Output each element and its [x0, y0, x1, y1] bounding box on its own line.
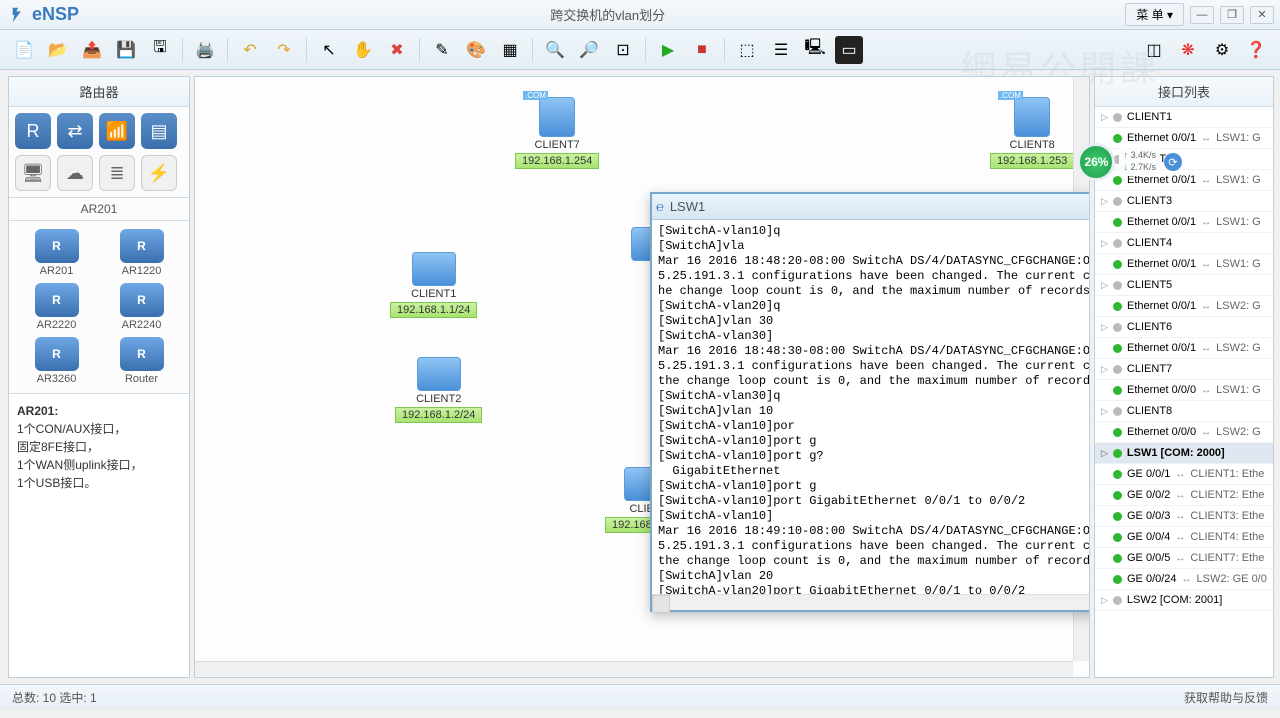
terminal-window[interactable]: ℮ LSW1 ▭ — ◻ ✕ [SwitchA-vlan10]q [Switch… — [650, 192, 1090, 612]
settings-icon[interactable]: ⚙ — [1208, 36, 1236, 64]
list-icon[interactable]: ☰ — [767, 36, 795, 64]
device-item[interactable]: RAR1220 — [102, 229, 181, 277]
maximize-button[interactable]: ❐ — [1220, 6, 1244, 24]
capture-icon[interactable]: ⬚ — [733, 36, 761, 64]
topo-node-CLIENT8[interactable]: .COM CLIENT8192.168.1.253 — [990, 97, 1074, 169]
terminal-titlebar[interactable]: ℮ LSW1 ▭ — ◻ ✕ — [652, 194, 1090, 220]
save-icon[interactable]: 📤 — [78, 36, 106, 64]
device-item[interactable]: RRouter — [102, 337, 181, 385]
speed-percent[interactable]: 26% — [1077, 143, 1115, 181]
cat-wlan-icon[interactable]: 📶 — [99, 113, 135, 149]
device-item[interactable]: RAR201 — [17, 229, 96, 277]
device-description: AR201: 1个CON/AUX接口，固定8FE接口，1个WAN侧uplink接… — [9, 394, 189, 677]
iface-device-row[interactable]: ▷ LSW1 [COM: 2000] — [1095, 443, 1273, 464]
text-icon[interactable]: ✎ — [428, 36, 456, 64]
zoom-in-icon[interactable]: 🔍 — [541, 36, 569, 64]
device-icon[interactable]: 🖳 — [801, 36, 829, 64]
device-panel: 路由器 R ⇄ 📶 ▤ 🖥 ☁ ≣ ⚡ AR201 RAR201 RAR1220… — [8, 76, 190, 678]
cat-hub-icon[interactable]: ≣ — [99, 155, 135, 191]
status-left: 总数: 10 选中: 1 — [12, 689, 97, 706]
topo-node-CLIENT2[interactable]: CLIENT2192.168.1.2/24 — [395, 357, 482, 423]
device-categories: R ⇄ 📶 ▤ 🖥 ☁ ≣ ⚡ — [9, 107, 189, 198]
titlebar: eNSP 跨交换机的vlan划分 菜 单 ▾ — ❐ ✕ — [0, 0, 1280, 30]
iface-device-row[interactable]: ▷ CLIENT5 — [1095, 275, 1273, 296]
topo-node-CLIENT1[interactable]: CLIENT1192.168.1.1/24 — [390, 252, 477, 318]
cat-firewall-icon[interactable]: ▤ — [141, 113, 177, 149]
iface-device-row[interactable]: ▷ CLIENT1 — [1095, 107, 1273, 128]
open-icon[interactable]: 📂 — [44, 36, 72, 64]
iface-port-row[interactable]: GE 0/0/1 ↔CLIENT1: Ethe — [1095, 464, 1273, 485]
speed-badge: 26% ↑ 3.4K/s ↓ 2.7K/s ⟳ — [1077, 143, 1182, 181]
cat-switch-icon[interactable]: ⇄ — [57, 113, 93, 149]
iface-device-row[interactable]: ▷ CLIENT7 — [1095, 359, 1273, 380]
iface-port-row[interactable]: GE 0/0/2 ↔CLIENT2: Ethe — [1095, 485, 1273, 506]
device-panel-title: 路由器 — [9, 77, 189, 107]
save-as-icon[interactable]: 💾 — [112, 36, 140, 64]
start-icon[interactable]: ▶ — [654, 36, 682, 64]
document-title: 跨交换机的vlan划分 — [90, 5, 1125, 24]
delete-icon[interactable]: ✖ — [383, 36, 411, 64]
iface-port-row[interactable]: Ethernet 0/0/1 ↔LSW2: G — [1095, 296, 1273, 317]
cat-link-icon[interactable]: ⚡ — [141, 155, 177, 191]
print-icon[interactable]: 🖨️ — [191, 36, 219, 64]
zoom-out-icon[interactable]: 🔎 — [575, 36, 603, 64]
palette-icon[interactable]: 🎨 — [462, 36, 490, 64]
device-item[interactable]: RAR2240 — [102, 283, 181, 331]
window-icon[interactable]: ◫ — [1140, 36, 1168, 64]
iface-port-row[interactable]: GE 0/0/24 ↔LSW2: GE 0/0 — [1095, 569, 1273, 590]
topology-canvas[interactable]: .COM CLIENT7192.168.1.254 .COM CLIENT819… — [194, 76, 1090, 678]
iface-port-row[interactable]: Ethernet 0/0/0 ↔LSW2: G — [1095, 422, 1273, 443]
new-icon[interactable]: 📄 — [10, 36, 38, 64]
canvas-scrollbar-h[interactable] — [195, 661, 1073, 677]
help-icon[interactable]: ❓ — [1242, 36, 1270, 64]
undo-icon[interactable]: ↶ — [236, 36, 264, 64]
menu-button[interactable]: 菜 单 ▾ — [1125, 3, 1184, 26]
zoom-fit-icon[interactable]: ⊡ — [609, 36, 637, 64]
terminal-logo-icon: ℮ — [656, 199, 664, 214]
stop-icon[interactable]: ■ — [688, 36, 716, 64]
device-item[interactable]: RAR2220 — [17, 283, 96, 331]
iface-port-row[interactable]: GE 0/0/3 ↔CLIENT3: Ethe — [1095, 506, 1273, 527]
cat-router-icon[interactable]: R — [15, 113, 51, 149]
close-button[interactable]: ✕ — [1250, 6, 1274, 24]
huawei-icon[interactable]: ❋ — [1174, 36, 1202, 64]
select-icon[interactable]: ↖ — [315, 36, 343, 64]
device-item[interactable]: RAR3260 — [17, 337, 96, 385]
iface-port-row[interactable]: Ethernet 0/0/0 ↔LSW1: G — [1095, 380, 1273, 401]
terminal-title: LSW1 — [670, 199, 705, 214]
terminal-output[interactable]: [SwitchA-vlan10]q [SwitchA]vla Mar 16 20… — [652, 220, 1090, 594]
iface-port-row[interactable]: GE 0/0/4 ↔CLIENT4: Ethe — [1095, 527, 1273, 548]
iface-device-row[interactable]: ▷ CLIENT8 — [1095, 401, 1273, 422]
statusbar: 总数: 10 选中: 1 获取帮助与反馈 — [0, 684, 1280, 710]
app-logo: eNSP — [0, 4, 90, 25]
interface-panel-title: 接口列表 — [1095, 77, 1273, 107]
topo-node-CLIENT7[interactable]: .COM CLIENT7192.168.1.254 — [515, 97, 599, 169]
redo-icon[interactable]: ↷ — [270, 36, 298, 64]
iface-port-row[interactable]: Ethernet 0/0/1 ↔LSW1: G — [1095, 212, 1273, 233]
toolbar: 📄 📂 📤 💾 🖫 🖨️ ↶ ↷ ↖ ✋ ✖ ✎ 🎨 ▦ 🔍 🔎 ⊡ ▶ ■ ⬚… — [0, 30, 1280, 70]
refresh-icon[interactable]: ⟳ — [1164, 153, 1182, 171]
cat-cloud-icon[interactable]: ☁ — [57, 155, 93, 191]
save-all-icon[interactable]: 🖫 — [146, 36, 174, 64]
pan-icon[interactable]: ✋ — [349, 36, 377, 64]
terminal-scrollbar-h[interactable] — [652, 594, 1090, 610]
device-subtitle: AR201 — [9, 198, 189, 221]
iface-device-row[interactable]: ▷ CLIENT6 — [1095, 317, 1273, 338]
iface-port-row[interactable]: Ethernet 0/0/1 ↔LSW1: G — [1095, 254, 1273, 275]
iface-device-row[interactable]: ▷ LSW2 [COM: 2001] — [1095, 590, 1273, 611]
iface-port-row[interactable]: Ethernet 0/0/1 ↔LSW2: G — [1095, 338, 1273, 359]
cat-pc-icon[interactable]: 🖥 — [15, 155, 51, 191]
iface-device-row[interactable]: ▷ CLIENT4 — [1095, 233, 1273, 254]
iface-device-row[interactable]: ▷ CLIENT3 — [1095, 191, 1273, 212]
cli-icon[interactable]: ▭ — [835, 36, 863, 64]
status-right[interactable]: 获取帮助与反馈 — [1184, 689, 1268, 706]
minimize-button[interactable]: — — [1190, 6, 1214, 24]
grid-icon[interactable]: ▦ — [496, 36, 524, 64]
iface-port-row[interactable]: GE 0/0/5 ↔CLIENT7: Ethe — [1095, 548, 1273, 569]
